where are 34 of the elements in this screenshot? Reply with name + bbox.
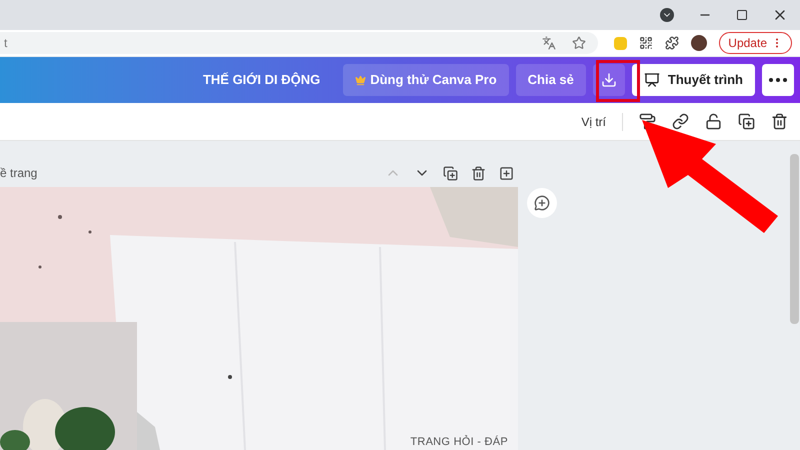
present-button[interactable]: Thuyết trình xyxy=(632,64,755,96)
download-button[interactable] xyxy=(592,64,625,96)
add-page-icon[interactable] xyxy=(499,166,514,180)
link-icon[interactable] xyxy=(672,113,689,130)
duplicate-icon[interactable] xyxy=(738,113,755,130)
position-button[interactable]: Vị trí xyxy=(581,112,623,130)
crown-icon xyxy=(355,74,366,86)
scrollbar[interactable] xyxy=(790,154,799,324)
address-bar[interactable]: t xyxy=(0,32,598,54)
highlight-box xyxy=(596,60,640,102)
lock-icon[interactable] xyxy=(705,113,722,130)
presentation-icon xyxy=(644,72,660,88)
team-name[interactable]: THẾ GIỚI DI ĐỘNG xyxy=(202,70,320,90)
delete-icon[interactable] xyxy=(771,113,788,130)
share-button[interactable]: Chia sẻ xyxy=(516,64,586,96)
add-comment-button[interactable] xyxy=(527,188,557,218)
more-icon xyxy=(769,78,787,82)
bookmark-icon[interactable] xyxy=(572,36,586,50)
duplicate-page-icon[interactable] xyxy=(443,166,458,180)
avatar-icon[interactable] xyxy=(691,35,708,51)
page-title[interactable]: ề trang xyxy=(0,164,38,182)
add-comment-icon xyxy=(534,195,550,211)
profile-menu-icon[interactable] xyxy=(660,8,674,22)
more-button[interactable] xyxy=(762,64,794,96)
qr-code-icon[interactable] xyxy=(639,36,654,50)
maximize-icon[interactable] xyxy=(736,9,748,21)
delete-page-icon[interactable] xyxy=(471,166,486,180)
paint-roller-icon[interactable] xyxy=(639,113,656,130)
try-pro-button[interactable]: Dùng thử Canva Pro xyxy=(343,64,509,96)
translate-icon[interactable] xyxy=(542,36,556,50)
update-button[interactable]: Update xyxy=(719,32,792,54)
download-icon xyxy=(600,72,617,88)
design-text: TRANG HỎI - ĐÁP xyxy=(410,434,508,450)
extensions-icon[interactable] xyxy=(665,36,680,50)
